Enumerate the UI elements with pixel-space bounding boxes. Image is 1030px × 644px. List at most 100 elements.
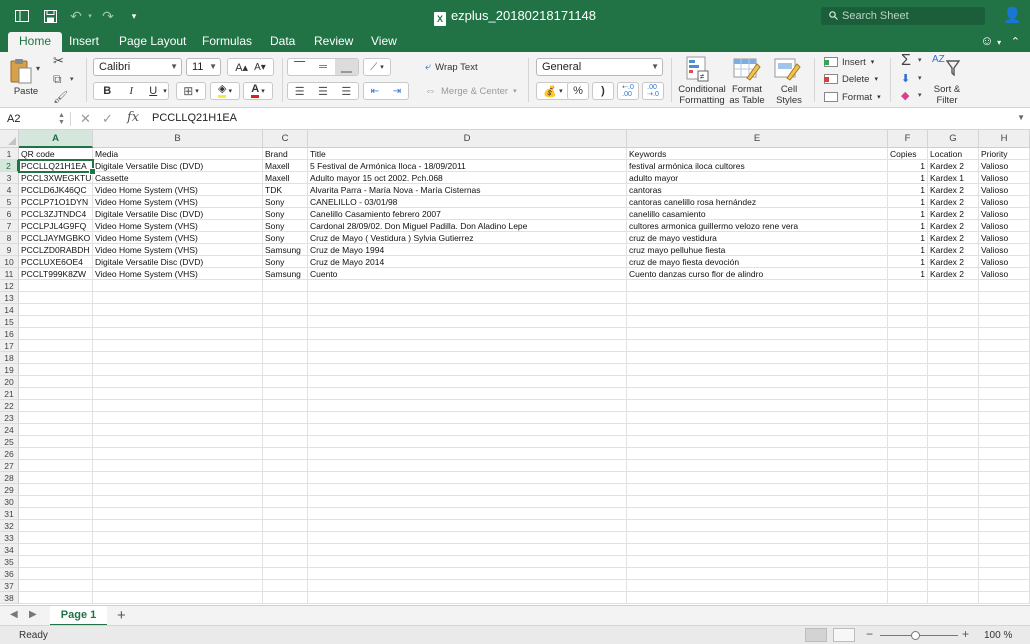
zoom-slider-handle[interactable] bbox=[911, 631, 920, 640]
grid-cell[interactable] bbox=[627, 340, 888, 352]
grid-cell[interactable] bbox=[888, 556, 928, 568]
fill-color-button[interactable]: ◈ ▾ bbox=[210, 82, 240, 100]
column-header-d[interactable]: D bbox=[308, 130, 627, 148]
grid-cell[interactable] bbox=[93, 436, 263, 448]
grid-cell[interactable] bbox=[308, 436, 627, 448]
grid-cell[interactable] bbox=[263, 592, 308, 604]
tab-data[interactable]: Data bbox=[259, 32, 306, 52]
grid-cell[interactable] bbox=[263, 436, 308, 448]
grid-cell[interactable] bbox=[263, 412, 308, 424]
grid-cell[interactable] bbox=[263, 316, 308, 328]
grid-cell[interactable]: Kardex 2 bbox=[928, 268, 979, 280]
merge-center-button[interactable]: ⇔ Merge & Center ▾ bbox=[424, 82, 524, 100]
row-header-25[interactable]: 25 bbox=[0, 436, 19, 448]
grid-cell[interactable]: 1 bbox=[888, 256, 928, 268]
grid-cell[interactable]: Cuento bbox=[308, 268, 627, 280]
grid-cell[interactable] bbox=[979, 376, 1030, 388]
grid-cell[interactable] bbox=[888, 460, 928, 472]
grid-cell[interactable] bbox=[93, 304, 263, 316]
grid-cell[interactable] bbox=[979, 280, 1030, 292]
cell-styles-label[interactable]: Cell Styles bbox=[773, 84, 805, 106]
row-header-22[interactable]: 22 bbox=[0, 400, 19, 412]
autosum-dropdown-icon[interactable]: ▾ bbox=[918, 56, 922, 64]
grid-cell[interactable] bbox=[308, 592, 627, 604]
sort-filter-icon[interactable]: AZ bbox=[932, 55, 962, 79]
name-box[interactable]: A2 bbox=[4, 111, 66, 127]
grid-cell[interactable] bbox=[93, 352, 263, 364]
grid-cell[interactable] bbox=[888, 352, 928, 364]
grid-cell[interactable] bbox=[627, 376, 888, 388]
grid-cell[interactable] bbox=[627, 448, 888, 460]
grid-cell[interactable] bbox=[627, 304, 888, 316]
grid-cell[interactable] bbox=[19, 472, 93, 484]
grid-cell[interactable]: festival armónica iloca cultores bbox=[627, 160, 888, 172]
next-sheet-icon[interactable]: ▶ bbox=[29, 609, 37, 620]
header-cell[interactable]: Keywords bbox=[627, 148, 888, 160]
grid-cell[interactable] bbox=[19, 400, 93, 412]
italic-button[interactable]: I bbox=[119, 85, 143, 97]
grid-cell[interactable]: 1 bbox=[888, 160, 928, 172]
grid-cell[interactable] bbox=[627, 472, 888, 484]
orientation-button[interactable]: ⟋ ▾ bbox=[363, 58, 391, 76]
smiley-feedback-icon[interactable]: ☺ bbox=[980, 33, 993, 48]
grid-cell[interactable]: Video Home System (VHS) bbox=[93, 244, 263, 256]
grid-cell[interactable] bbox=[627, 532, 888, 544]
grid-cell[interactable] bbox=[627, 352, 888, 364]
grid-cell[interactable] bbox=[928, 364, 979, 376]
formula-input[interactable]: PCCLLQ21H1EA bbox=[152, 112, 237, 124]
grid-cell[interactable] bbox=[928, 400, 979, 412]
decrease-decimal-icon[interactable]: .00 ⇢.0 bbox=[642, 82, 664, 100]
grid-cell[interactable] bbox=[263, 484, 308, 496]
name-box-stepper-icon[interactable]: ▲ ▼ bbox=[58, 112, 65, 126]
row-header-5[interactable]: 5 bbox=[0, 196, 19, 208]
grid-cell[interactable]: Valioso bbox=[979, 208, 1030, 220]
align-middle-icon[interactable]: ═ bbox=[311, 61, 334, 73]
zoom-in-icon[interactable]: + bbox=[962, 627, 969, 641]
grid-cell[interactable] bbox=[93, 592, 263, 604]
grid-cell[interactable] bbox=[308, 280, 627, 292]
grid-cell[interactable]: Digitale Versatile Disc (DVD) bbox=[93, 256, 263, 268]
format-as-table-icon[interactable] bbox=[733, 56, 761, 82]
tab-page-layout[interactable]: Page Layout bbox=[108, 32, 197, 52]
grid-cell[interactable]: Alvarita Parra - María Nova - María Cist… bbox=[308, 184, 627, 196]
delete-cells-button[interactable]: Delete ▾ bbox=[823, 70, 885, 88]
tab-insert[interactable]: Insert bbox=[58, 32, 110, 52]
row-header-19[interactable]: 19 bbox=[0, 364, 19, 376]
increase-font-size-icon[interactable]: A▴ bbox=[235, 61, 254, 74]
grid-cell[interactable]: 1 bbox=[888, 208, 928, 220]
grid-cell[interactable] bbox=[308, 508, 627, 520]
grid-cell[interactable] bbox=[308, 316, 627, 328]
grid-cell[interactable] bbox=[888, 520, 928, 532]
grid-cell[interactable]: Cassette bbox=[93, 172, 263, 184]
grid-cell[interactable] bbox=[627, 508, 888, 520]
grid-cell[interactable]: 1 bbox=[888, 196, 928, 208]
grid-cell[interactable] bbox=[93, 280, 263, 292]
row-header-24[interactable]: 24 bbox=[0, 424, 19, 436]
grid-cell[interactable]: Sony bbox=[263, 208, 308, 220]
grid-cell[interactable] bbox=[928, 436, 979, 448]
grid-cell[interactable] bbox=[93, 448, 263, 460]
column-header-f[interactable]: F bbox=[888, 130, 928, 148]
grid-cell[interactable]: Sony bbox=[263, 256, 308, 268]
grid-cell[interactable] bbox=[928, 460, 979, 472]
row-header-4[interactable]: 4 bbox=[0, 184, 19, 196]
grid-cell[interactable] bbox=[979, 544, 1030, 556]
row-header-23[interactable]: 23 bbox=[0, 412, 19, 424]
grid-cell[interactable] bbox=[308, 544, 627, 556]
grid-cell[interactable] bbox=[888, 472, 928, 484]
grid-cell[interactable] bbox=[627, 556, 888, 568]
grid-cell[interactable]: Kardex 2 bbox=[928, 244, 979, 256]
header-cell[interactable]: Media bbox=[93, 148, 263, 160]
grid-cell[interactable] bbox=[979, 328, 1030, 340]
tab-review[interactable]: Review bbox=[303, 32, 364, 52]
grid-cell[interactable] bbox=[308, 448, 627, 460]
grid-cell[interactable] bbox=[263, 364, 308, 376]
grid-cell[interactable] bbox=[928, 568, 979, 580]
grid-cell[interactable] bbox=[263, 544, 308, 556]
spreadsheet-grid[interactable]: A B C D E F G H 1 QR code Media Brand Title Keywords C… bbox=[0, 130, 1030, 605]
row-header-30[interactable]: 30 bbox=[0, 496, 19, 508]
align-center-icon[interactable]: ☰ bbox=[311, 85, 334, 98]
grid-cell[interactable] bbox=[93, 472, 263, 484]
zoom-out-icon[interactable]: − bbox=[866, 627, 873, 641]
row-header-31[interactable]: 31 bbox=[0, 508, 19, 520]
